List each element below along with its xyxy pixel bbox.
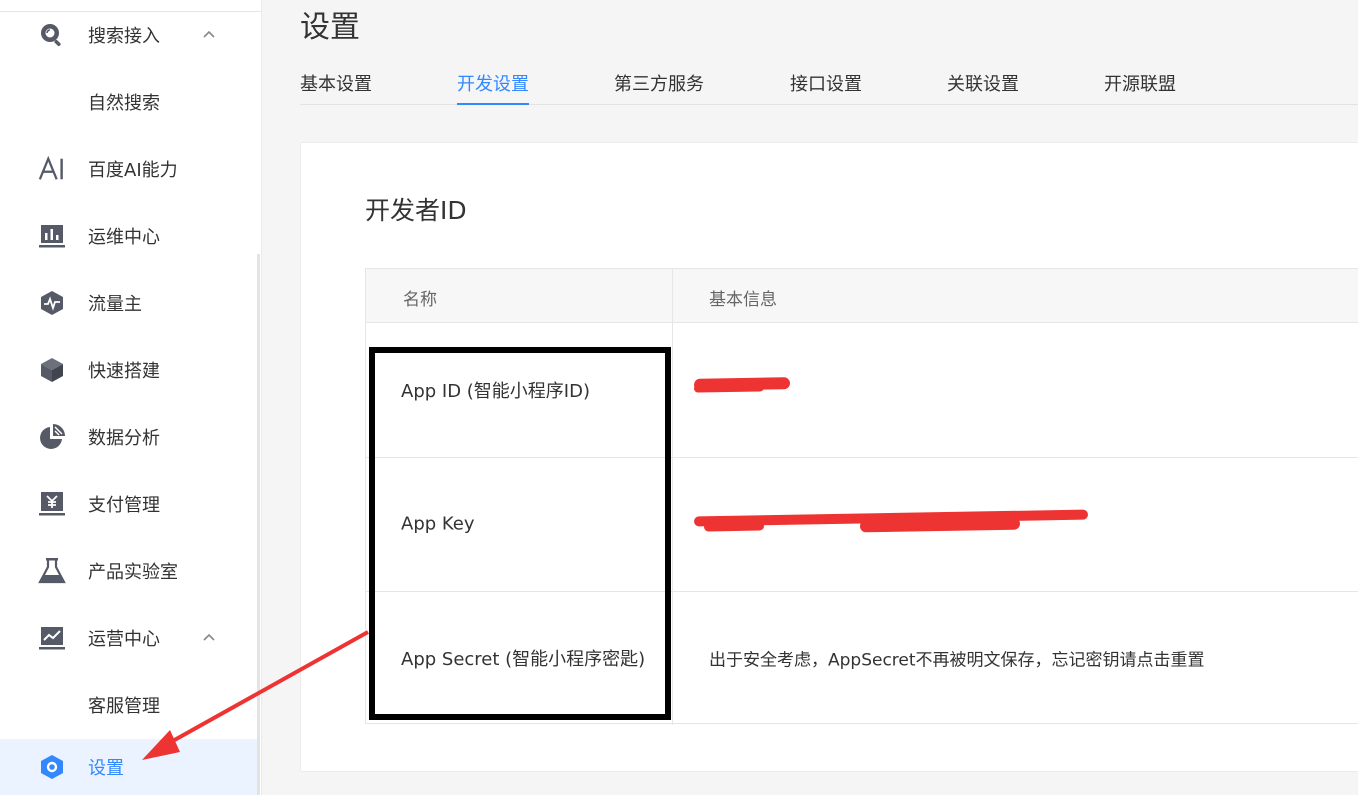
row-name: App ID (智能小程序ID) <box>401 381 590 402</box>
sidebar-item-label: 设置 <box>88 758 124 779</box>
sidebar-item-payment[interactable]: 支付管理 <box>0 476 258 532</box>
sidebar-item-customer-service[interactable]: 客服管理 <box>0 677 258 733</box>
sidebar-item-label: 百度AI能力 <box>88 160 178 181</box>
settings-tabs: 基本设置 开发设置 第三方服务 接口设置 关联设置 开源联盟 <box>300 60 1358 105</box>
card-title: 开发者ID <box>365 196 467 225</box>
tab-open-source[interactable]: 开源联盟 <box>1104 70 1176 105</box>
chevron-up-icon <box>203 633 215 641</box>
sidebar-item-label: 搜索接入 <box>88 26 160 47</box>
search-icon <box>38 21 66 49</box>
sidebar-item-label: 运维中心 <box>88 227 160 248</box>
sidebar-scrollbar[interactable] <box>257 254 260 795</box>
settings-hexagon-icon <box>38 753 66 781</box>
developer-id-card: 开发者ID 名称 基本信息 App ID (智能小程序ID) App Key A… <box>300 142 1358 772</box>
bar-chart-icon <box>38 222 66 250</box>
chevron-up-icon <box>203 30 215 38</box>
sidebar-item-data-analysis[interactable]: 数据分析 <box>0 409 258 465</box>
column-header-info: 基本信息 <box>709 290 777 310</box>
yuan-icon <box>38 490 66 518</box>
table-row: App Secret (智能小程序密匙) 出于安全考虑，AppSecret不再被… <box>366 591 1358 725</box>
sidebar-item-settings[interactable]: 设置 <box>0 739 258 795</box>
column-header-name: 名称 <box>403 290 437 310</box>
tab-third-party[interactable]: 第三方服务 <box>614 70 704 105</box>
sidebar-item-label: 客服管理 <box>88 696 160 717</box>
sidebar-item-natural-search[interactable]: 自然搜索 <box>0 74 258 130</box>
cube-icon <box>38 356 66 384</box>
pie-chart-icon <box>38 423 66 451</box>
sidebar-item-search-access[interactable]: 搜索接入 <box>0 7 258 63</box>
row-name: App Secret (智能小程序密匙) <box>401 649 646 670</box>
page-title: 设置 <box>300 10 360 45</box>
ai-icon <box>38 155 66 183</box>
redaction-mark <box>693 383 765 393</box>
sidebar-item-baidu-ai[interactable]: 百度AI能力 <box>0 141 258 197</box>
tab-link-settings[interactable]: 关联设置 <box>947 70 1019 105</box>
sidebar-item-quick-build[interactable]: 快速搭建 <box>0 342 258 398</box>
row-name: App Key <box>401 513 475 535</box>
redaction-mark <box>703 521 765 532</box>
tab-api-settings[interactable]: 接口设置 <box>790 70 862 105</box>
sidebar-item-label: 自然搜索 <box>88 93 160 114</box>
pulse-hexagon-icon <box>38 289 66 317</box>
sidebar-item-traffic-owner[interactable]: 流量主 <box>0 275 258 331</box>
flask-icon <box>38 557 66 585</box>
tab-basic-settings[interactable]: 基本设置 <box>300 70 372 105</box>
sidebar-item-label: 产品实验室 <box>88 562 178 583</box>
sidebar-item-label: 运营中心 <box>88 629 160 650</box>
sidebar-item-label: 数据分析 <box>88 428 160 449</box>
sidebar-item-label: 快速搭建 <box>88 361 160 382</box>
sidebar-item-operations-center[interactable]: 运营中心 <box>0 610 258 666</box>
sidebar-item-product-lab[interactable]: 产品实验室 <box>0 543 258 599</box>
line-chart-icon <box>38 624 66 652</box>
sidebar: 搜索接入 自然搜索 百度AI能力 运维中心 流量主 快速搭建 数据分析 支付管理… <box>0 0 262 795</box>
table-header: 名称 基本信息 <box>366 269 1358 323</box>
sidebar-item-label: 流量主 <box>88 294 142 315</box>
sidebar-item-ops-center[interactable]: 运维中心 <box>0 208 258 264</box>
tab-dev-settings[interactable]: 开发设置 <box>457 70 529 105</box>
row-info: 出于安全考虑，AppSecret不再被明文保存，忘记密钥请点击重置 <box>709 650 1205 671</box>
sidebar-item-label: 支付管理 <box>88 495 160 516</box>
table-row: App ID (智能小程序ID) <box>366 323 1358 457</box>
developer-id-table: 名称 基本信息 App ID (智能小程序ID) App Key App Sec… <box>365 268 1358 725</box>
